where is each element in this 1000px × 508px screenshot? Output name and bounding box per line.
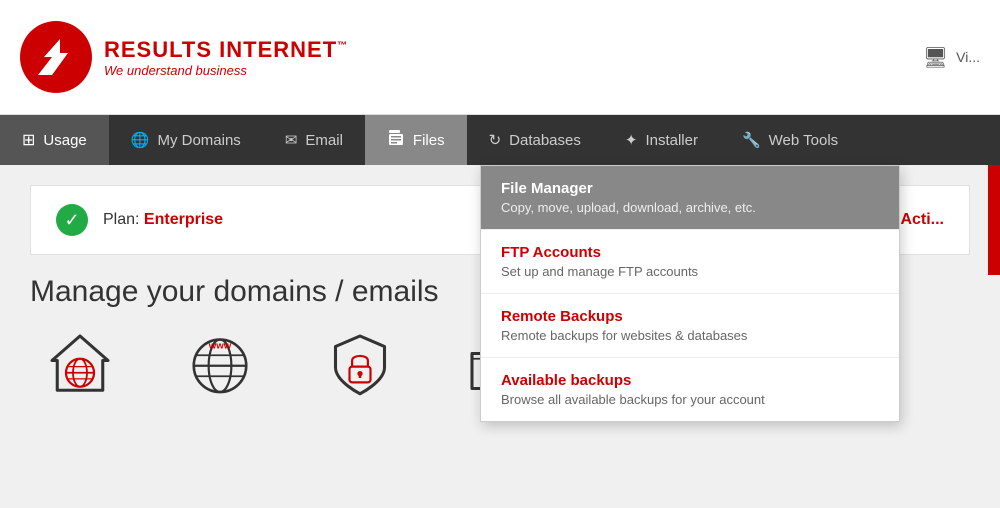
icon-security	[310, 329, 410, 399]
nav-label-email: Email	[305, 132, 343, 149]
available-backups-desc: Browse all available backups for your ac…	[501, 392, 879, 407]
file-icon	[387, 129, 405, 151]
wrench-icon: 🔧	[742, 131, 761, 149]
available-backups-title: Available backups	[501, 372, 879, 389]
header-right: 🖥 Vi...	[923, 0, 1000, 114]
remote-backups-title: Remote Backups	[501, 308, 879, 325]
dropdown-item-file-manager[interactable]: File Manager Copy, move, upload, downloa…	[481, 166, 899, 230]
logo-icon	[20, 21, 92, 93]
logo-tm: ™	[337, 40, 348, 51]
nav-item-installer[interactable]: ✦ Installer	[603, 115, 720, 165]
plan-value: Enterprise	[144, 211, 223, 228]
globe-icon: 🌐	[131, 131, 150, 149]
logo-text: RESULTS INTERNET™ We understand business	[104, 37, 348, 78]
svg-text:www: www	[208, 340, 232, 351]
nav-item-files[interactable]: Files	[365, 115, 467, 165]
plan-label: Plan:	[103, 211, 139, 228]
dropdown-item-available-backups[interactable]: Available backups Browse all available b…	[481, 358, 899, 421]
nav-item-web-tools[interactable]: 🔧 Web Tools	[720, 115, 860, 165]
header: RESULTS INTERNET™ We understand business…	[0, 0, 1000, 115]
envelope-icon: ✉	[285, 131, 298, 149]
hosted-domain-svg	[45, 329, 115, 399]
logo-title-red: INTERNET	[219, 37, 337, 62]
www-svg: www	[185, 329, 255, 399]
main-nav: ⊞ Usage 🌐 My Domains ✉ Email Files ↻ Dat…	[0, 115, 1000, 165]
header-right-text[interactable]: Vi...	[956, 49, 980, 65]
files-dropdown: File Manager Copy, move, upload, downloa…	[480, 165, 900, 422]
logo-container: RESULTS INTERNET™ We understand business	[20, 21, 348, 93]
status-value: Acti...	[900, 211, 944, 228]
grid-icon: ⊞	[22, 130, 35, 150]
security-svg	[325, 329, 395, 399]
puzzle-icon: ✦	[625, 131, 638, 149]
ftp-accounts-desc: Set up and manage FTP accounts	[501, 264, 879, 279]
check-icon: ✓	[56, 204, 88, 236]
nav-item-usage[interactable]: ⊞ Usage	[0, 115, 109, 165]
remote-backups-desc: Remote backups for websites & databases	[501, 328, 879, 343]
dropdown-item-ftp-accounts[interactable]: FTP Accounts Set up and manage FTP accou…	[481, 230, 899, 294]
file-manager-desc: Copy, move, upload, download, archive, e…	[501, 200, 879, 215]
file-manager-title: File Manager	[501, 180, 879, 197]
nav-label-my-domains: My Domains	[157, 132, 240, 149]
icon-hosted-domain	[30, 329, 130, 399]
nav-label-web-tools: Web Tools	[769, 132, 839, 149]
logo-title-normal: RESULTS	[104, 37, 219, 62]
logo-title: RESULTS INTERNET™	[104, 37, 348, 63]
nav-item-databases[interactable]: ↻ Databases	[467, 115, 603, 165]
nav-label-databases: Databases	[509, 132, 581, 149]
nav-item-email[interactable]: ✉ Email	[263, 115, 365, 165]
refresh-icon: ↻	[489, 131, 502, 149]
nav-item-my-domains[interactable]: 🌐 My Domains	[109, 115, 263, 165]
icon-www: www	[170, 329, 270, 399]
ftp-accounts-title: FTP Accounts	[501, 244, 879, 261]
nav-label-files: Files	[413, 132, 445, 149]
nav-label-installer: Installer	[645, 132, 698, 149]
dropdown-item-remote-backups[interactable]: Remote Backups Remote backups for websit…	[481, 294, 899, 358]
nav-label-usage: Usage	[43, 132, 86, 149]
monitor-icon: 🖥	[923, 45, 948, 70]
logo-subtitle: We understand business	[104, 63, 348, 78]
right-accent-bar	[988, 165, 1000, 275]
